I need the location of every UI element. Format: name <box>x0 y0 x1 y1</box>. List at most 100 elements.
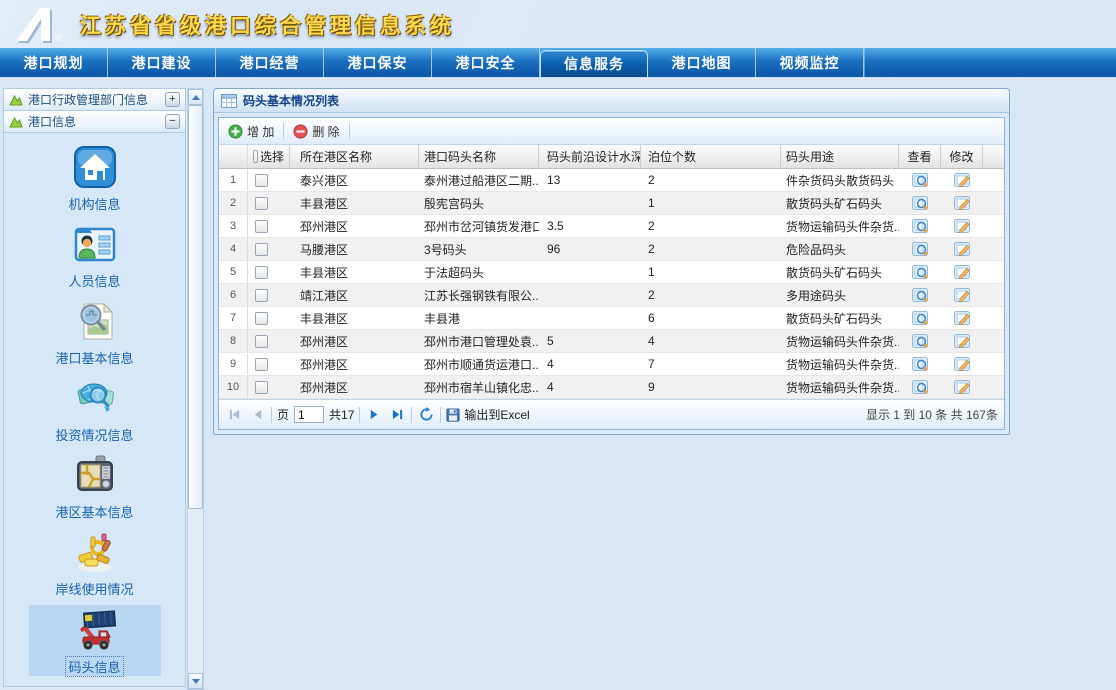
edit-icon[interactable] <box>954 241 970 257</box>
header-depth[interactable]: 码头前沿设计水深（... <box>539 145 641 168</box>
view-icon[interactable] <box>912 195 928 211</box>
refresh-icon[interactable] <box>417 406 435 424</box>
edit-icon[interactable] <box>954 333 970 349</box>
scrollbar-thumb[interactable] <box>188 105 203 509</box>
dock-info-icon <box>71 605 119 653</box>
nav-tab-港口安全[interactable]: 港口安全 <box>432 48 540 77</box>
view-icon[interactable] <box>912 218 928 234</box>
header-berth-count[interactable]: 泊位个数 <box>641 145 781 168</box>
edit-icon[interactable] <box>954 195 970 211</box>
prev-page-button[interactable] <box>248 406 266 424</box>
cell-port-area: 丰县港区 <box>290 307 419 329</box>
edit-icon[interactable] <box>954 264 970 280</box>
table-row[interactable]: 6 靖江港区 江苏长强钢铁有限公... 2 多用途码头 <box>219 284 1004 307</box>
row-checkbox[interactable] <box>255 335 268 348</box>
edit-icon[interactable] <box>954 172 970 188</box>
row-checkbox[interactable] <box>255 358 268 371</box>
delete-button[interactable]: 删 除 <box>290 121 342 142</box>
nav-tab-港口经营[interactable]: 港口经营 <box>216 48 324 77</box>
sidebar-item-机构信息[interactable]: 机构信息 <box>29 143 161 214</box>
view-icon[interactable] <box>912 356 928 372</box>
row-checkbox[interactable] <box>255 197 268 210</box>
sidebar-item-投资情况信息[interactable]: 投资情况信息 <box>29 374 161 445</box>
nav-tab-港口建设[interactable]: 港口建设 <box>108 48 216 77</box>
sidebar-section-admin-dept[interactable]: 港口行政管理部门信息 + <box>4 89 185 111</box>
view-icon[interactable] <box>912 264 928 280</box>
view-icon[interactable] <box>912 379 928 395</box>
cell-port-area: 邳州港区 <box>290 353 419 375</box>
cell-berth-count: 1 <box>641 261 781 283</box>
cell-depth <box>539 192 641 214</box>
row-checkbox[interactable] <box>255 312 268 325</box>
delete-minus-icon <box>293 124 308 139</box>
nav-tab-港口保安[interactable]: 港口保安 <box>324 48 432 77</box>
view-icon[interactable] <box>912 172 928 188</box>
export-excel-button[interactable]: 输出到Excel <box>446 406 529 423</box>
header-select[interactable]: 选择 <box>248 145 290 168</box>
sidebar-item-list: 机构信息 人员信息 港口基本信息 投资情况信息 港区基本信息 岸线使用情况 码头… <box>4 133 185 676</box>
collapse-minus-button[interactable]: − <box>165 114 180 129</box>
first-page-button[interactable] <box>225 406 243 424</box>
cell-dock-name: 于法超码头 <box>419 261 539 283</box>
row-checkbox[interactable] <box>255 174 268 187</box>
sidebar-section-port-info[interactable]: 港口信息 − <box>4 111 185 133</box>
cell-port-area: 丰县港区 <box>290 261 419 283</box>
sidebar-item-label: 岸线使用情况 <box>53 579 135 598</box>
header-view[interactable]: 查看 <box>899 145 941 168</box>
scroll-up-button[interactable] <box>188 89 203 105</box>
table-row[interactable]: 7 丰县港区 丰县港 6 散货码头矿石码头 <box>219 307 1004 330</box>
header-usage[interactable]: 码头用途 <box>781 145 899 168</box>
edit-icon[interactable] <box>954 356 970 372</box>
select-all-checkbox[interactable] <box>253 150 258 163</box>
nav-tab-信息服务[interactable]: 信息服务 <box>540 50 648 77</box>
sidebar-item-港区基本信息[interactable]: 港区基本信息 <box>29 451 161 522</box>
row-checkbox[interactable] <box>255 266 268 279</box>
header-modify[interactable]: 修改 <box>941 145 983 168</box>
table-row[interactable]: 9 邳州港区 邳州市顺通货运港口... 4 7 货物运输码头件杂货... <box>219 353 1004 376</box>
nav-tab-视频监控[interactable]: 视频监控 <box>756 48 864 77</box>
view-icon[interactable] <box>912 333 928 349</box>
sidebar-item-label: 港区基本信息 <box>53 502 135 521</box>
table-row[interactable]: 4 马腰港区 3号码头 96 2 危险品码头 <box>219 238 1004 261</box>
nav-tab-港口规划[interactable]: 港口规划 <box>0 48 108 77</box>
sidebar-item-港口基本信息[interactable]: 港口基本信息 <box>29 297 161 368</box>
sidebar-item-人员信息[interactable]: 人员信息 <box>29 220 161 291</box>
row-checkbox[interactable] <box>255 289 268 302</box>
view-icon[interactable] <box>912 241 928 257</box>
sidebar-item-岸线使用情况[interactable]: 岸线使用情况 <box>29 528 161 599</box>
view-icon[interactable] <box>912 310 928 326</box>
expand-plus-button[interactable]: + <box>165 92 180 107</box>
toolbar-separator <box>349 123 350 139</box>
last-page-button[interactable] <box>388 406 406 424</box>
table-row[interactable]: 3 邳州港区 邳州市岔河镇货发港口 3.5 2 货物运输码头件杂货... <box>219 215 1004 238</box>
table-row[interactable]: 2 丰县港区 殷宪宫码头 1 散货码头矿石码头 <box>219 192 1004 215</box>
cell-port-area: 丰县港区 <box>290 192 419 214</box>
cell-depth <box>539 261 641 283</box>
nav-tab-港口地图[interactable]: 港口地图 <box>648 48 756 77</box>
sidebar-item-码头信息[interactable]: 码头信息 <box>29 605 161 676</box>
table-row[interactable]: 1 泰兴港区 泰州港过船港区二期... 13 2 件杂货码头散货码头 <box>219 169 1004 192</box>
edit-icon[interactable] <box>954 379 970 395</box>
edit-icon[interactable] <box>954 287 970 303</box>
table-row[interactable]: 5 丰县港区 于法超码头 1 散货码头矿石码头 <box>219 261 1004 284</box>
add-button[interactable]: 增 加 <box>225 121 277 142</box>
page-number-input[interactable] <box>294 406 324 423</box>
cell-usage: 货物运输码头件杂货... <box>781 215 899 237</box>
view-icon[interactable] <box>912 287 928 303</box>
edit-icon[interactable] <box>954 218 970 234</box>
export-excel-label: 输出到Excel <box>464 406 529 423</box>
edit-icon[interactable] <box>954 310 970 326</box>
row-checkbox[interactable] <box>255 381 268 394</box>
table-row[interactable]: 10 邳州港区 邳州市宿羊山镇化忠... 4 9 货物运输码头件杂货... <box>219 376 1004 399</box>
table-row[interactable]: 8 邳州港区 邳州市港口管理处袁... 5 4 货物运输码头件杂货... <box>219 330 1004 353</box>
row-number: 8 <box>219 330 248 352</box>
header-port-area[interactable]: 所在港区名称 <box>290 145 419 168</box>
investment-info-icon <box>71 374 119 422</box>
sidebar-scrollbar[interactable] <box>187 88 204 690</box>
header-dock-name[interactable]: 港口码头名称 <box>419 145 539 168</box>
scroll-down-button[interactable] <box>188 673 203 689</box>
next-page-button[interactable] <box>365 406 383 424</box>
row-checkbox[interactable] <box>255 243 268 256</box>
row-checkbox[interactable] <box>255 220 268 233</box>
nav-tab-label: 港口建设 <box>132 53 192 73</box>
